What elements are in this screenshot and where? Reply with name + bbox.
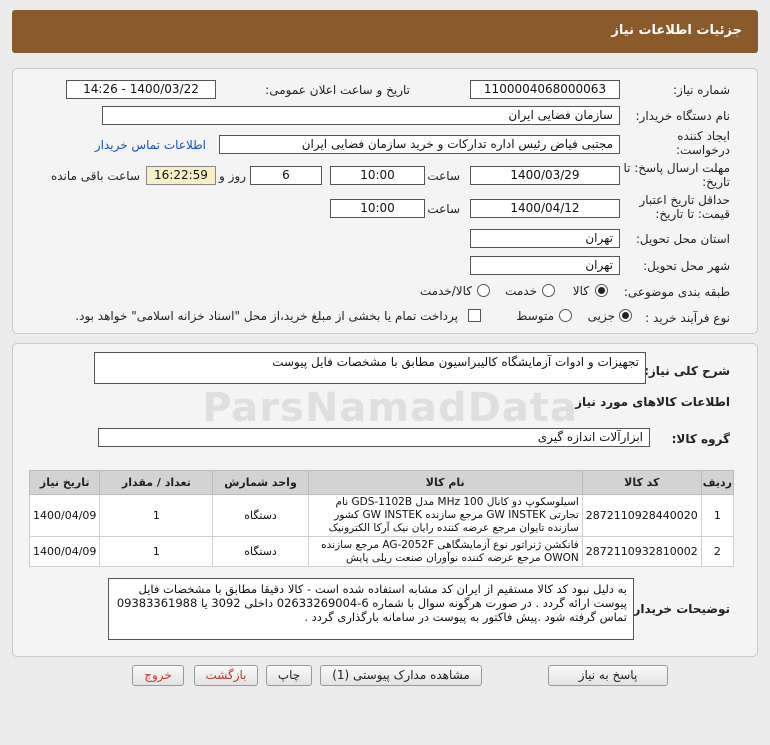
creator-label: ایجاد کننده درخواست: [676, 129, 730, 157]
cell-qty: 1 [99, 536, 214, 567]
treasury-payment-note: پرداخت تمام یا بخشی از مبلغ خرید،از محل … [75, 309, 458, 323]
category-goods-radio[interactable] [595, 284, 608, 297]
cell-unit: دستگاه [212, 536, 309, 567]
col-unit: واحد شمارش [212, 470, 309, 495]
view-attachments-button[interactable]: مشاهده مدارک پیوستی (1) [320, 665, 482, 686]
reply-button[interactable]: پاسخ به نیاز [548, 665, 668, 686]
days-label: روز و [219, 169, 246, 183]
process-minor-radio[interactable] [619, 309, 632, 322]
back-button[interactable]: بازگشت [194, 665, 258, 686]
delivery-city-label: شهر محل تحویل: [643, 259, 730, 273]
page-header: جزئیات اطلاعات نیاز [12, 10, 758, 53]
col-date: تاریخ نیاز [28, 470, 101, 495]
days-field: 6 [250, 166, 322, 185]
purchase-process-label: نوع فرآیند خرید : [645, 311, 730, 325]
process-minor-label: جزیی [587, 309, 615, 323]
buyer-org-field: سازمان فضایی ایران [102, 106, 620, 125]
validity-date-field: 1400/04/12 [470, 199, 620, 218]
category-goods-service-radio[interactable] [477, 284, 490, 297]
remaining-time-label: ساعت باقی مانده [50, 169, 140, 183]
table-row: 2 2872110932810002 فانکشن ژنراتور نوع آز… [28, 536, 735, 567]
category-goods-service-label: کالا/خدمت [419, 284, 472, 298]
price-validity-label: حداقل تاریخ اعتبار قیمت: تا تاریخ: [639, 193, 730, 221]
need-number-field: 1100004068000063 [470, 80, 620, 99]
col-code: کد کالا [581, 470, 702, 495]
goods-group-field: ابزارآلات اندازه گیری [98, 428, 650, 447]
category-service-label: خدمت [505, 284, 537, 298]
buyer-contact-link[interactable]: اطلاعات تماس خریدار [95, 138, 206, 152]
announce-datetime-field: 1400/03/22 - 14:26 [66, 80, 216, 99]
goods-group-label: گروه کالا: [671, 432, 730, 446]
exit-button[interactable]: خروج [132, 665, 184, 686]
treasury-payment-checkbox[interactable] [468, 309, 481, 322]
subject-category-label: طبقه بندی موضوعی: [623, 285, 730, 299]
buyer-org-label: نام دستگاه خریدار: [635, 109, 731, 123]
process-medium-radio[interactable] [559, 309, 572, 322]
goods-info-title: اطلاعات کالاهای مورد نیاز [575, 395, 730, 409]
buyer-description-field: به دلیل نبود کد کالا مستقیم از ایران کد … [108, 578, 634, 640]
delivery-province-label: استان محل تحویل: [635, 232, 730, 246]
col-qty: تعداد / مقدار [99, 470, 214, 495]
cell-qty: 1 [99, 494, 214, 537]
validity-time-label: ساعت [427, 202, 460, 216]
reply-time-field: 10:00 [330, 166, 425, 185]
cell-code: 2872110932810002 [581, 536, 702, 567]
table-row: 1 2872110928440020 اسیلوسکوپ دو کانال MH… [28, 494, 735, 537]
reply-deadline-label: مهلت ارسال پاسخ: تا تاریخ: [623, 161, 730, 189]
page-title: جزئیات اطلاعات نیاز [611, 23, 742, 38]
cell-unit: دستگاه [212, 494, 309, 537]
creator-field: مجتبی فیاض رئیس اداره تدارکات و خرید ساز… [219, 135, 620, 154]
delivery-city-field: تهران [470, 256, 620, 275]
remaining-time-field: 16:22:59 [146, 166, 216, 185]
cell-row: 1 [700, 494, 735, 537]
validity-time-field: 10:00 [330, 199, 425, 218]
cell-name: اسیلوسکوپ دو کانال MHz 100 مدل GDS-1102B… [307, 494, 583, 537]
cell-row: 2 [700, 536, 735, 567]
col-row: ردیف [700, 470, 735, 495]
goods-table: ردیف کد کالا نام کالا واحد شمارش تعداد /… [28, 470, 735, 567]
need-summary-field: تجهیزات و ادوات آزمایشگاه کالیبراسیون مط… [94, 352, 646, 384]
delivery-province-field: تهران [470, 229, 620, 248]
print-button[interactable]: چاپ [266, 665, 312, 686]
process-medium-label: متوسط [516, 309, 554, 323]
cell-name: فانکشن ژنراتور نوع آزمایشگاهی AG-2052F م… [307, 536, 583, 567]
cell-date: 1400/04/09 [28, 494, 101, 537]
announce-datetime-label: تاریخ و ساعت اعلان عمومی: [265, 83, 410, 97]
need-summary-label: شرح کلی نیاز: [644, 364, 730, 378]
cell-code: 2872110928440020 [581, 494, 702, 537]
category-goods-label: کالا [572, 284, 589, 298]
cell-date: 1400/04/09 [28, 536, 101, 567]
reply-date-field: 1400/03/29 [470, 166, 620, 185]
col-name: نام کالا [307, 470, 583, 495]
category-service-radio[interactable] [542, 284, 555, 297]
need-number-label: شماره نیاز: [673, 83, 730, 97]
reply-time-label: ساعت [427, 169, 460, 183]
buyer-description-label: توضیحات خریدار: [628, 602, 730, 616]
